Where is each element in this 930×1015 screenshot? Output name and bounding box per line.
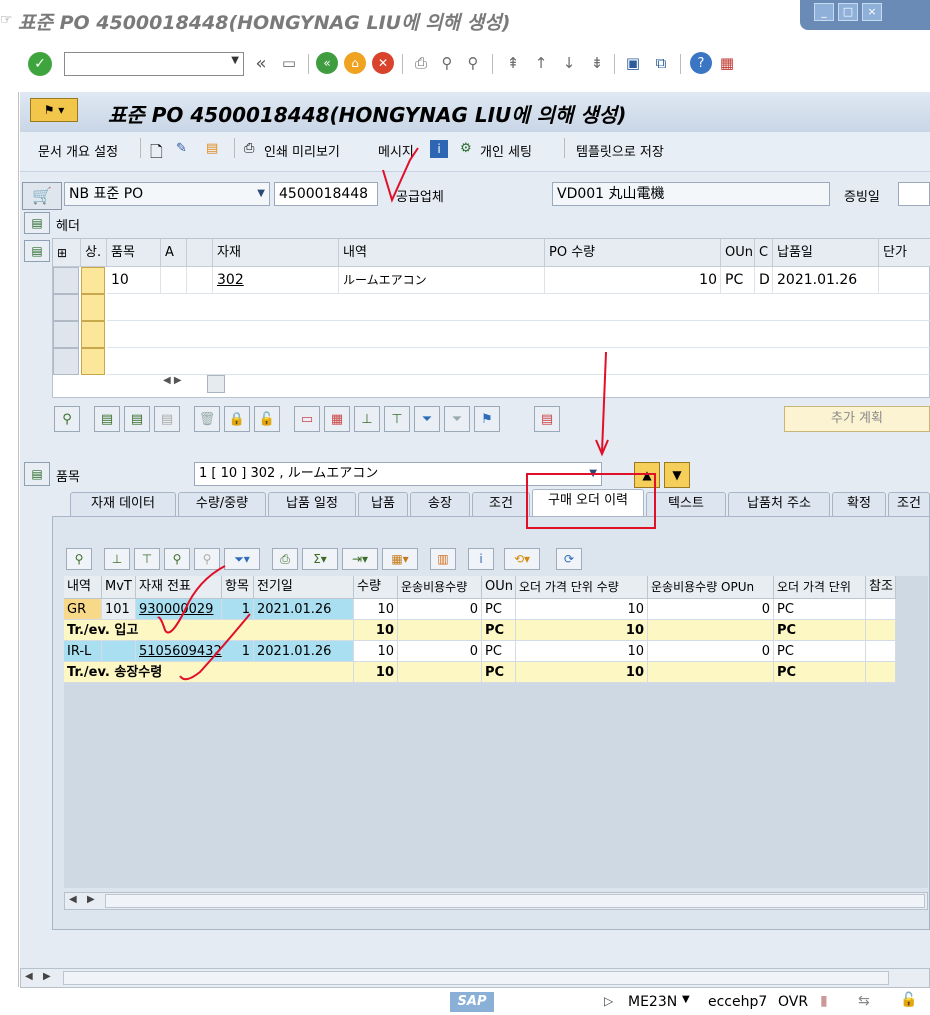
annotation-overlay — [157, 147, 656, 681]
annotation-arrow-line — [601, 351, 607, 453]
annotation-check-mark — [382, 147, 419, 203]
annotation-curve-2 — [179, 613, 251, 681]
annotation-box — [526, 473, 656, 529]
annotation-curve-1 — [157, 565, 226, 634]
